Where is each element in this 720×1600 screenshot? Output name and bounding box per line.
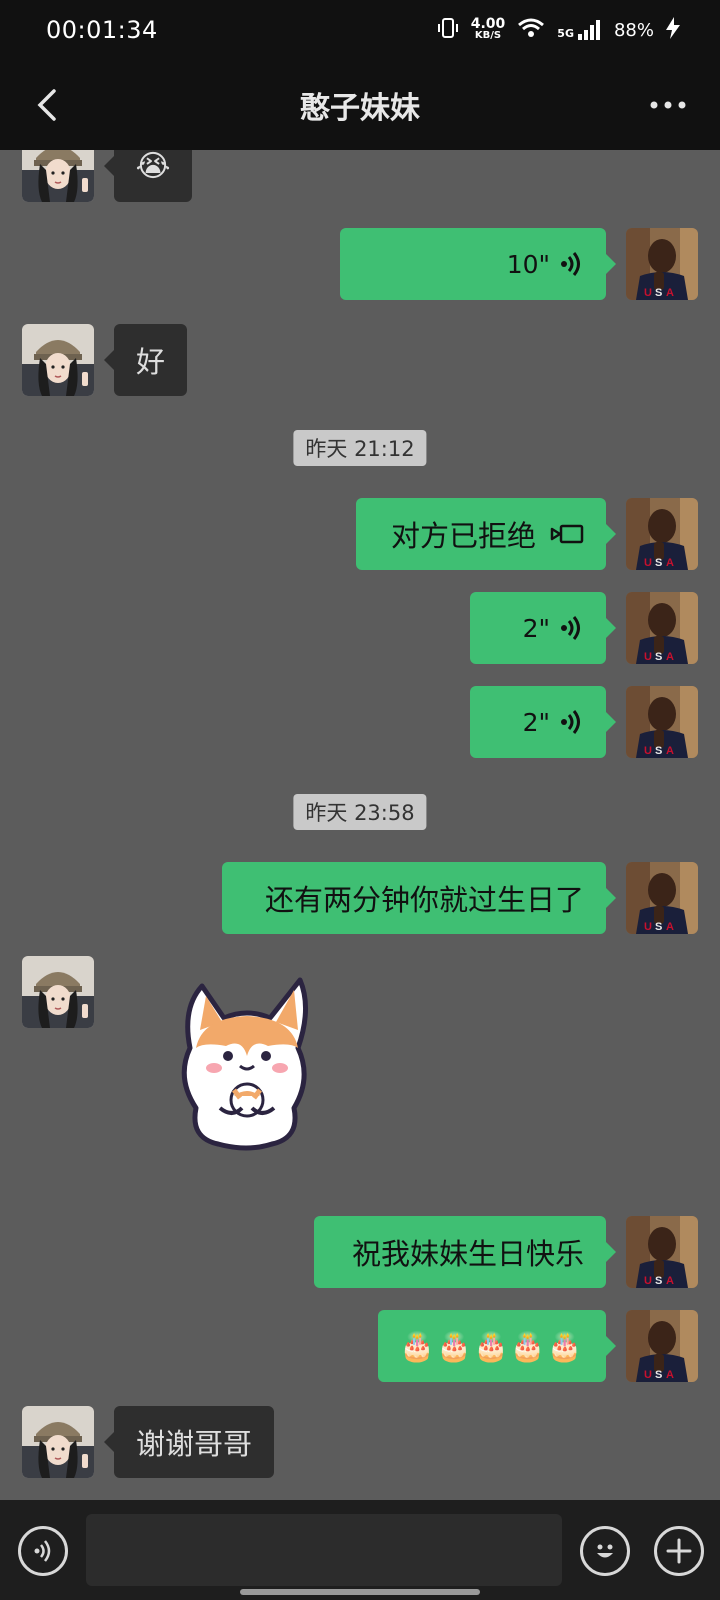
call-status-text: 对方已拒绝 (390, 519, 536, 553)
my-avatar[interactable] (626, 686, 698, 758)
voice-duration: 10" (506, 249, 550, 279)
plus-icon (666, 1538, 692, 1564)
my-avatar[interactable] (626, 228, 698, 300)
contact-avatar[interactable] (22, 956, 94, 1028)
message-text: 谢谢哥哥 (136, 1427, 253, 1461)
my-avatar[interactable] (626, 1310, 698, 1382)
battery-level: 88% (613, 19, 654, 41)
more-button[interactable] (638, 80, 698, 130)
wifi-icon (517, 17, 545, 44)
chat-title: 憨子妹妹 (300, 91, 420, 126)
message-emoji: 🎂🎂🎂🎂🎂 (399, 1329, 585, 1363)
home-indicator[interactable] (240, 1589, 480, 1595)
more-functions-button[interactable] (654, 1526, 704, 1576)
contact-avatar[interactable] (22, 150, 94, 202)
charging-icon (666, 16, 680, 44)
vibrate-icon (437, 17, 459, 44)
network-type: 5G (557, 27, 574, 40)
voice-message-outgoing[interactable]: 2" (470, 592, 616, 664)
voice-input-icon (34, 1540, 51, 1562)
voice-wave-icon (560, 616, 580, 640)
my-avatar[interactable] (626, 592, 698, 664)
voice-wave-icon (560, 252, 580, 276)
my-avatar[interactable] (626, 1216, 698, 1288)
emoji-button[interactable] (580, 1526, 630, 1576)
message-timestamp: 昨天 23:58 (293, 794, 427, 830)
message-timestamp: 昨天 21:12 (293, 430, 427, 466)
call-record-outgoing[interactable]: 对方已拒绝 (356, 498, 616, 570)
message-bubble-incoming[interactable]: 😭 (104, 150, 192, 202)
chat-header: 憨子妹妹 (0, 60, 720, 150)
voice-wave-icon (560, 710, 580, 734)
corgi-sticker[interactable] (172, 968, 322, 1158)
message-bubble-outgoing[interactable]: 还有两分钟你就过生日了 (222, 862, 616, 934)
voice-input-button[interactable] (18, 1526, 68, 1576)
voice-message-outgoing[interactable]: 10" (340, 228, 616, 300)
contact-avatar[interactable] (22, 1406, 94, 1478)
message-input[interactable] (86, 1514, 562, 1586)
status-icons: 4.00 KB/S 5G 88% (437, 16, 680, 44)
my-avatar[interactable] (626, 498, 698, 570)
message-text: 还有两分钟你就过生日了 (264, 883, 584, 917)
status-time: 00:01:34 (46, 16, 158, 44)
signal-icon: 5G (557, 20, 602, 40)
message-text: 好 (136, 345, 166, 379)
message-bubble-incoming[interactable]: 好 (103, 324, 188, 396)
voice-message-outgoing[interactable]: 2" (470, 686, 616, 758)
voice-duration: 2" (522, 613, 550, 643)
my-avatar[interactable] (626, 862, 698, 934)
video-call-icon (550, 524, 584, 544)
message-text: 祝我妹妹生日快乐 (351, 1237, 584, 1271)
chat-message-list[interactable]: 😭 10" 好 昨天 21:12 对方已拒绝 2" 2" 昨天 23:58 还有… (0, 150, 720, 1500)
emoji-icon (597, 1544, 613, 1558)
message-bubble-incoming[interactable]: 谢谢哥哥 (103, 1406, 275, 1478)
more-dots-icon (650, 101, 686, 109)
voice-duration: 2" (522, 707, 550, 737)
net-speed-value: 4.00 (470, 16, 506, 32)
message-emoji: 😭 (135, 150, 171, 184)
input-bar (0, 1500, 720, 1600)
message-bubble-outgoing[interactable]: 祝我妹妹生日快乐 (314, 1216, 616, 1288)
contact-avatar[interactable] (22, 324, 94, 396)
net-speed-unit: KB/S (474, 30, 502, 41)
net-speed: 4.00 KB/S (470, 16, 506, 42)
message-bubble-outgoing[interactable]: 🎂🎂🎂🎂🎂 (378, 1310, 616, 1382)
status-bar: 00:01:34 4.00 KB/S 5G 88% (0, 0, 720, 60)
